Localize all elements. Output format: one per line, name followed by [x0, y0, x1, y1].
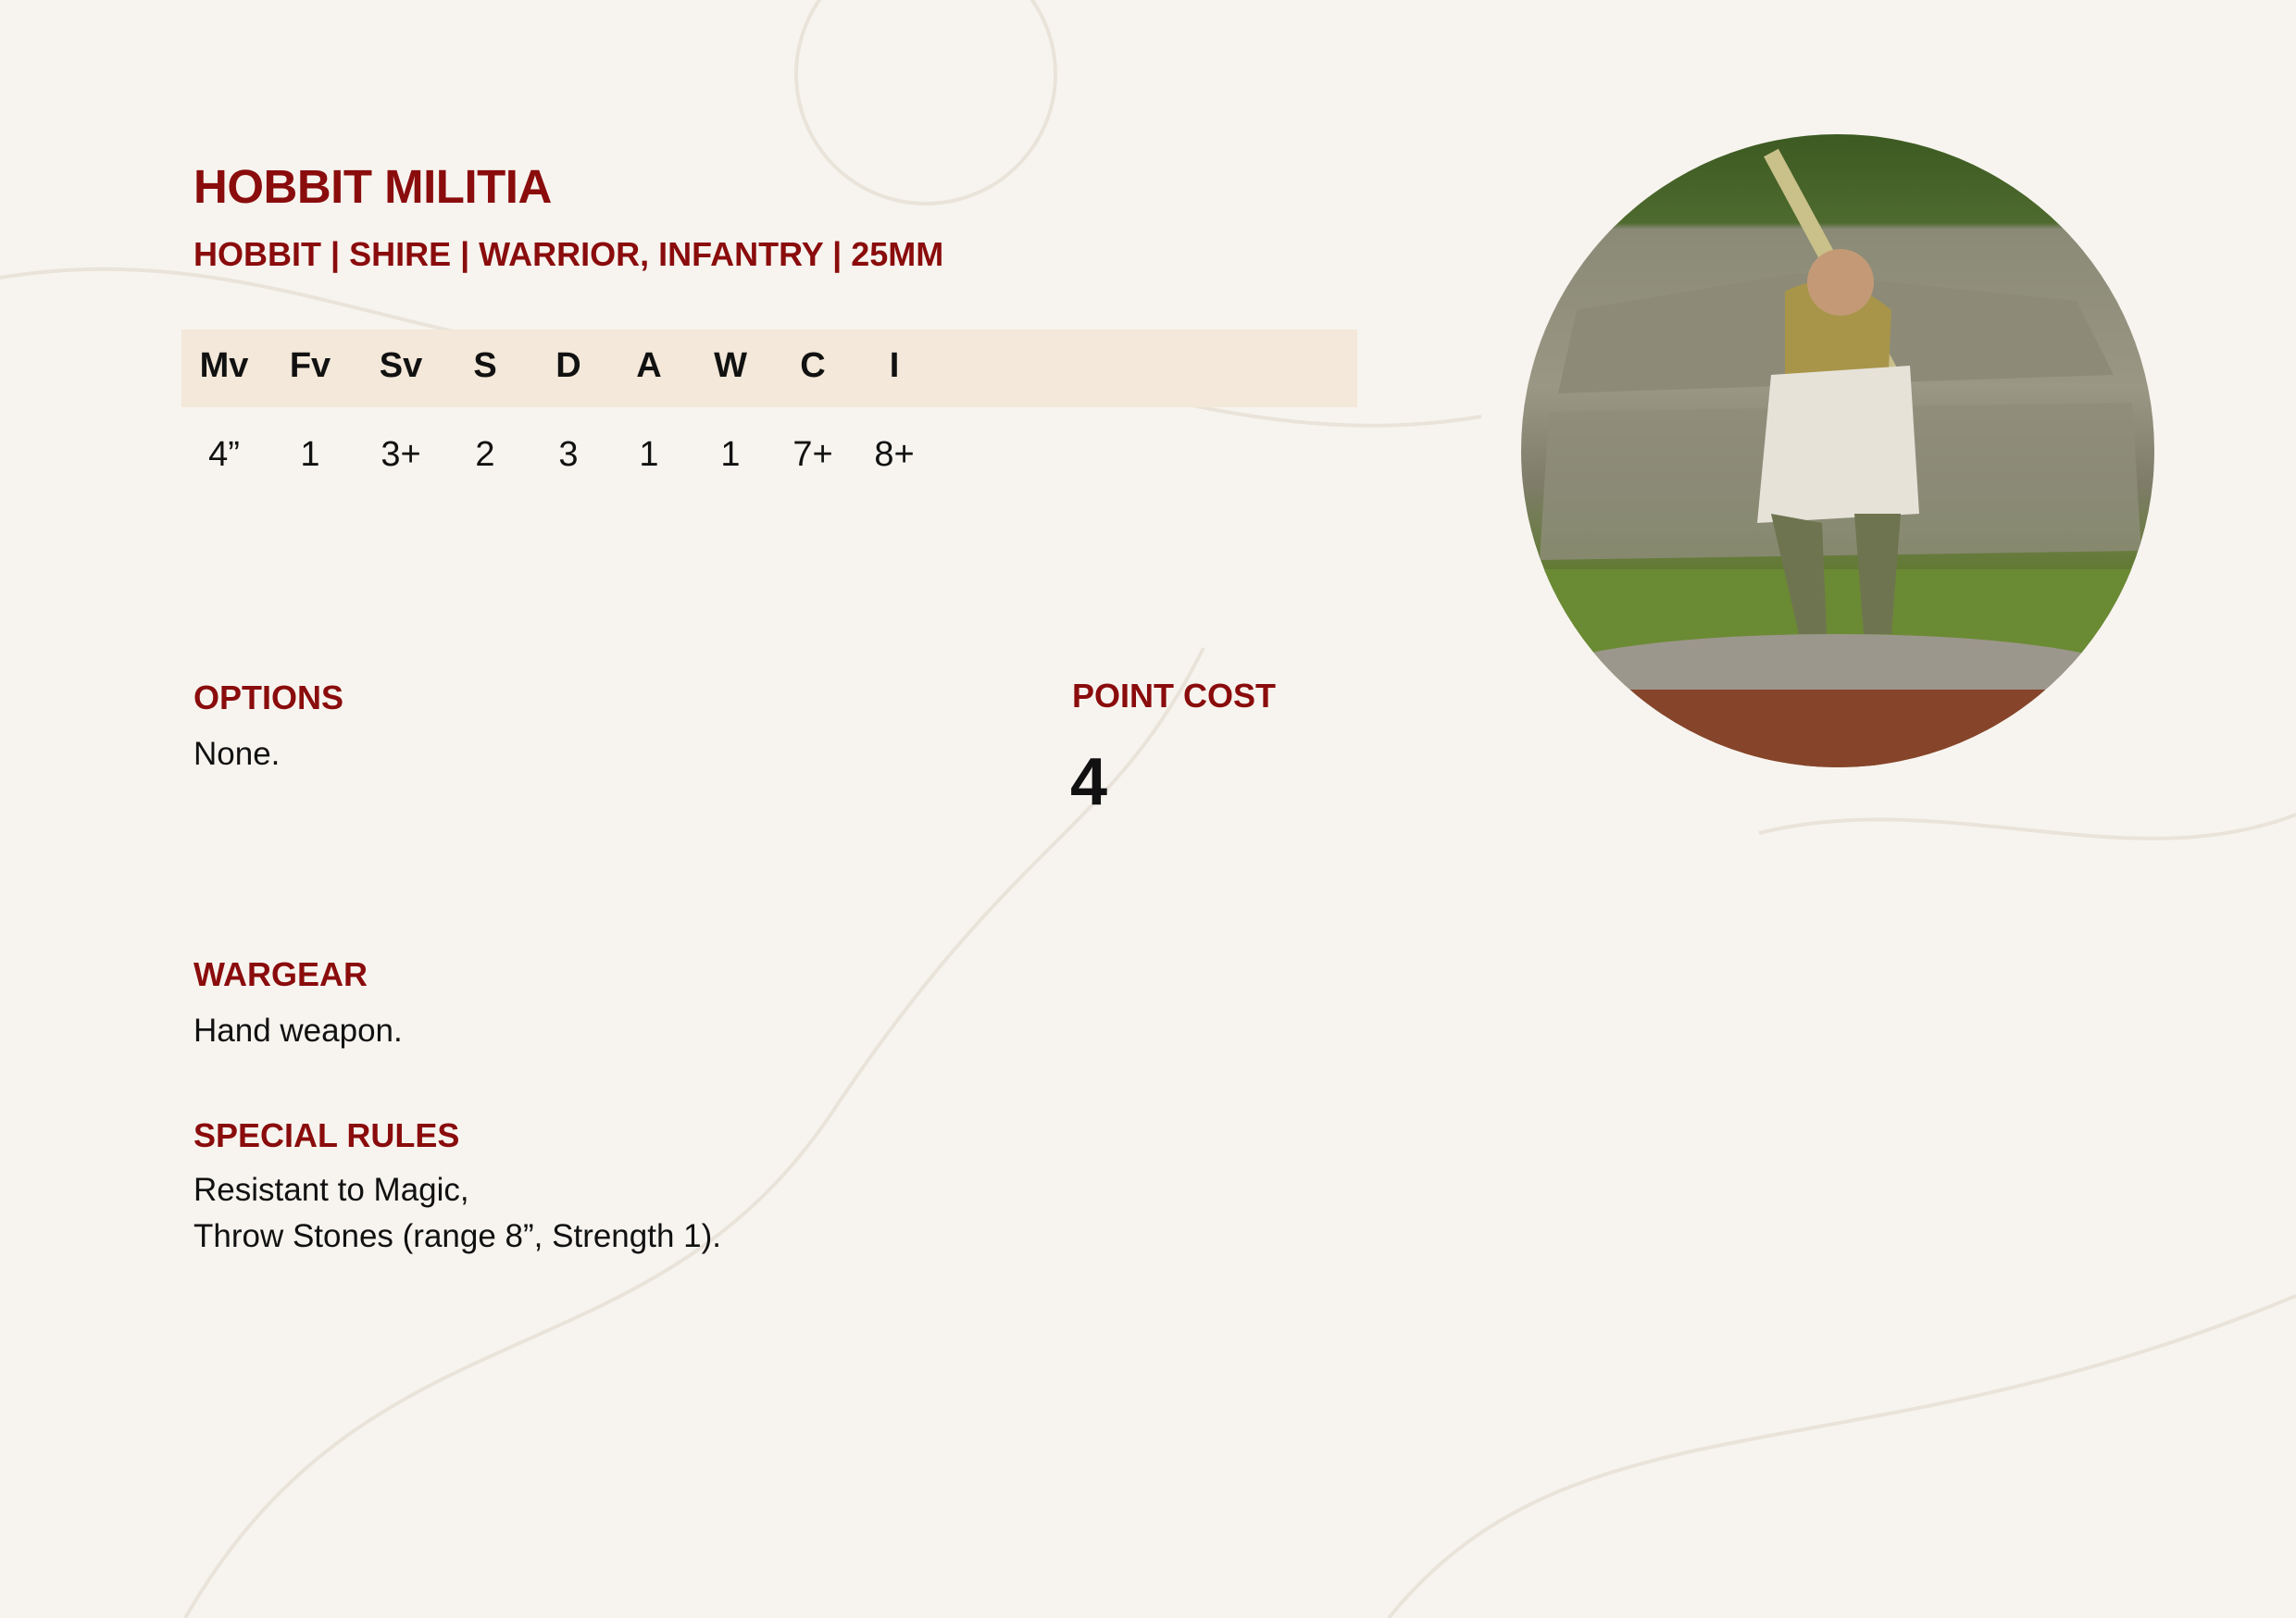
stat-header-bar: [181, 330, 1357, 407]
stat-header-mv: Mv: [199, 346, 249, 385]
special-rule-line: Throw Stones (range 8”, Strength 1).: [193, 1218, 721, 1254]
stat-value-w: 1: [720, 435, 741, 474]
stat-header-i: I: [889, 346, 900, 385]
unit-keywords: HOBBIT | SHIRE | WARRIOR, INFANTRY | 25M…: [193, 235, 944, 273]
stat-value-mv: 4”: [208, 435, 240, 474]
stat-header-sv: Sv: [379, 346, 423, 385]
stat-header-d: D: [555, 346, 581, 385]
stat-header-fv: Fv: [289, 346, 331, 385]
stat-value-i: 8+: [874, 435, 915, 474]
miniature-photo: [1521, 134, 2154, 767]
wargear-heading: WARGEAR: [193, 955, 368, 993]
unit-name: HOBBIT MILITIA: [193, 160, 552, 213]
hobbit-figure-image: [1521, 148, 2154, 767]
point-cost-value: 4: [1070, 745, 1108, 819]
stat-header-s: S: [473, 346, 497, 385]
wargear-text: Hand weapon.: [193, 1013, 403, 1049]
options-heading: OPTIONS: [193, 678, 344, 716]
stat-value-fv: 1: [300, 435, 320, 474]
stat-value-a: 1: [639, 435, 659, 474]
special-rules-heading: SPECIAL RULES: [193, 1116, 460, 1154]
stat-value-c: 7+: [792, 435, 833, 474]
stat-value-s: 2: [475, 435, 495, 474]
special-rule-line: Resistant to Magic,: [193, 1172, 469, 1208]
stat-header-w: W: [714, 346, 747, 385]
stat-value-sv: 3+: [381, 435, 421, 474]
point-cost-heading: POINT COST: [1072, 677, 1277, 715]
stat-header-a: A: [636, 346, 662, 385]
stat-header-c: C: [800, 346, 826, 385]
options-text: None.: [193, 736, 281, 772]
stat-value-d: 3: [558, 435, 579, 474]
